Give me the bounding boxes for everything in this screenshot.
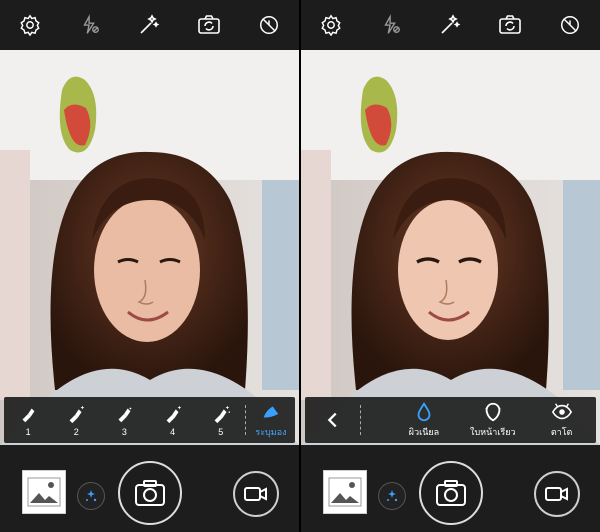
lipstick-option-label: 5 [218, 427, 224, 437]
slim-face-tool[interactable]: ใบหน้าเรียว [458, 397, 527, 443]
timer-off-icon[interactable] [556, 11, 584, 39]
left-screen: 1 2 3 4 5 ระบุมอง [0, 0, 299, 532]
skin-smoothing-label: ผิวเนียล [408, 427, 440, 437]
switch-camera-icon[interactable] [496, 11, 524, 39]
bottom-bar [301, 453, 600, 532]
video-mode-button[interactable] [534, 471, 580, 517]
beauty-toolbar: ผิวเนียล ใบหน้าเรียว ตาโต [305, 397, 596, 443]
skin-smoothing-tool[interactable]: ผิวเนียล [390, 397, 459, 443]
top-toolbar [301, 0, 600, 50]
face-outline-icon [485, 402, 501, 422]
image-icon [328, 477, 362, 507]
lipstick-option-2[interactable]: 2 [52, 397, 100, 443]
lipstick-icon [118, 407, 132, 423]
shutter-button[interactable] [419, 461, 483, 525]
blur-tool-label: ระบุมอง [255, 427, 287, 437]
lipstick-option-3[interactable]: 3 [100, 397, 148, 443]
blur-brush-icon [263, 406, 279, 418]
water-drop-icon [417, 401, 431, 422]
camera-preview[interactable] [0, 50, 299, 445]
beauty-mode-button[interactable] [378, 482, 406, 510]
slim-face-label: ใบหน้าเรียว [470, 427, 516, 437]
camera-icon [135, 480, 165, 506]
beauty-mode-button[interactable] [77, 482, 105, 510]
camera-preview[interactable] [301, 50, 600, 445]
shutter-button[interactable] [118, 461, 182, 525]
top-toolbar [0, 0, 299, 50]
app-screenshot: 1 2 3 4 5 ระบุมอง ผิวเนียล ใบหน้าเรียว ต… [0, 0, 600, 532]
right-screen: 5 4 3 2 1 ผิวเนียล ใบหน้าเรียว [301, 0, 600, 532]
lipstick-toolbar: 1 2 3 4 5 ระบุมอง [4, 397, 295, 443]
magic-wand-icon[interactable] [135, 11, 163, 39]
lipstick-sparkle-icon [214, 405, 230, 424]
video-camera-icon [244, 487, 267, 501]
back-button[interactable] [305, 397, 360, 443]
big-eyes-label: ตาโต [550, 427, 573, 437]
magic-wand-icon[interactable] [436, 11, 464, 39]
eye-icon [551, 403, 572, 420]
lipstick-option-label: 3 [121, 427, 127, 437]
video-camera-icon [545, 487, 568, 501]
settings-icon[interactable] [317, 11, 345, 39]
big-eyes-tool[interactable]: ตาโต [527, 397, 596, 443]
lipstick-option-5[interactable]: 5 [197, 397, 245, 443]
lipstick-sparkle-icon [166, 405, 181, 424]
blur-tool[interactable]: ระบุมอง [247, 397, 295, 443]
gallery-button[interactable] [22, 470, 66, 514]
switch-camera-icon[interactable] [195, 11, 223, 39]
flash-off-icon[interactable] [377, 11, 405, 39]
lipstick-sparkle-icon [69, 405, 85, 424]
lipstick-option-label: 1 [25, 427, 31, 437]
bottom-bar [0, 453, 299, 532]
lipstick-option-1[interactable]: 1 [4, 397, 52, 443]
flash-off-icon[interactable] [76, 11, 104, 39]
lipstick-option-label: 4 [170, 427, 176, 437]
camera-icon [436, 480, 466, 506]
settings-icon[interactable] [16, 11, 44, 39]
chevron-left-icon [327, 412, 337, 428]
image-icon [27, 477, 61, 507]
lipstick-option-4[interactable]: 4 [149, 397, 197, 443]
video-mode-button[interactable] [233, 471, 279, 517]
sparkle-icon [86, 490, 97, 502]
sparkle-icon [387, 490, 398, 502]
lipstick-icon [22, 408, 35, 423]
lipstick-option-label: 2 [73, 427, 79, 437]
gallery-button[interactable] [323, 470, 367, 514]
timer-off-icon[interactable] [255, 11, 283, 39]
